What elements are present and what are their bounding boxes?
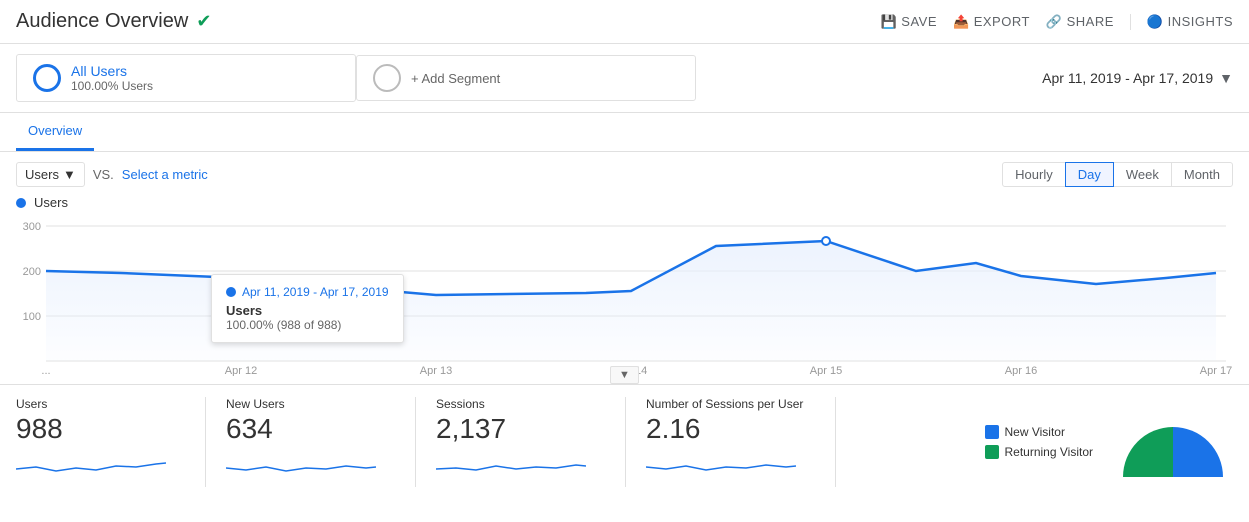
hourly-button[interactable]: Hourly	[1002, 162, 1066, 187]
svg-text:300: 300	[23, 221, 41, 233]
users-legend-label: Users	[34, 195, 68, 210]
tab-bar: Overview	[0, 113, 1249, 152]
metric-label: Users	[25, 167, 59, 182]
chart-toggle-button[interactable]: ▼	[610, 366, 639, 384]
time-buttons: Hourly Day Week Month	[1002, 162, 1233, 187]
metric-dropdown[interactable]: Users ▼	[16, 162, 85, 187]
add-segment-circle	[373, 64, 401, 92]
header-actions: 💾 SAVE 📤 EXPORT 🔗 SHARE 🔵 INSIGHTS	[881, 14, 1233, 30]
pie-chart	[1113, 397, 1233, 487]
pie-section: New Visitor Returning Visitor	[985, 397, 1234, 487]
stat-new-users-label: New Users	[226, 397, 395, 411]
returning-visitor-color	[985, 445, 999, 459]
pie-legend-new-visitor: New Visitor	[985, 425, 1094, 439]
stat-sessions-per-user-label: Number of Sessions per User	[646, 397, 815, 411]
svg-text:200: 200	[23, 266, 41, 278]
tooltip-dot	[226, 287, 236, 297]
add-segment-label: + Add Segment	[411, 71, 500, 86]
chart-area: Users ▼ VS. Select a metric Hourly Day W…	[0, 152, 1249, 384]
insights-icon: 🔵	[1147, 14, 1164, 30]
save-button[interactable]: 💾 SAVE	[881, 14, 937, 30]
stat-sessions-per-user-value: 2.16	[646, 413, 815, 445]
header: Audience Overview ✔ 💾 SAVE 📤 EXPORT 🔗 SH…	[0, 0, 1249, 44]
all-users-segment[interactable]: All Users 100.00% Users	[16, 54, 356, 102]
main-chart-svg: 300 200 100 ... Apr 12 Apr 13 Apr 14 Apr…	[16, 216, 1233, 376]
chart-tooltip: Apr 11, 2019 - Apr 17, 2019 Users 100.00…	[211, 274, 404, 343]
export-label: EXPORT	[974, 14, 1030, 29]
segment-info: All Users 100.00% Users	[71, 63, 153, 93]
stat-sessions-sparkline	[436, 449, 605, 480]
share-button[interactable]: 🔗 SHARE	[1046, 14, 1114, 30]
page-title: Audience Overview	[16, 10, 188, 33]
segment-name: All Users	[71, 63, 153, 79]
segments-bar: All Users 100.00% Users + Add Segment Ap…	[0, 44, 1249, 113]
insights-button[interactable]: 🔵 INSIGHTS	[1130, 14, 1233, 30]
week-button[interactable]: Week	[1113, 162, 1172, 187]
save-icon: 💾	[881, 14, 898, 30]
stat-new-users-sparkline	[226, 449, 395, 480]
date-range-arrow: ▼	[1219, 70, 1233, 86]
sparkline-users-svg	[16, 449, 166, 477]
date-range-label: Apr 11, 2019 - Apr 17, 2019	[1042, 70, 1213, 86]
share-icon: 🔗	[1046, 14, 1063, 30]
returning-visitor-label: Returning Visitor	[1005, 445, 1094, 459]
month-button[interactable]: Month	[1171, 162, 1233, 187]
chart-toggle[interactable]: ▼	[16, 366, 1233, 384]
insights-label: INSIGHTS	[1168, 14, 1233, 29]
stat-sessions-value: 2,137	[436, 413, 605, 445]
share-label: SHARE	[1067, 14, 1114, 29]
stat-users-label: Users	[16, 397, 185, 411]
day-button[interactable]: Day	[1065, 162, 1114, 187]
metric-dropdown-arrow: ▼	[63, 167, 76, 182]
stat-new-users: New Users 634	[226, 397, 416, 487]
sparkline-spu-svg	[646, 449, 796, 477]
chart-svg-container: 300 200 100 ... Apr 12 Apr 13 Apr 14 Apr…	[16, 216, 1233, 376]
tooltip-date: Apr 11, 2019 - Apr 17, 2019	[226, 285, 389, 299]
pie-legend-returning-visitor: Returning Visitor	[985, 445, 1094, 459]
pie-legend: New Visitor Returning Visitor	[985, 425, 1094, 459]
stat-users-sparkline	[16, 449, 185, 480]
stat-sessions-label: Sessions	[436, 397, 605, 411]
vs-label: VS.	[93, 167, 114, 182]
stats-bar: Users 988 New Users 634 Sessions 2,137 N…	[0, 384, 1249, 487]
tooltip-detail: 100.00% (988 of 988)	[226, 318, 389, 332]
stat-new-users-value: 634	[226, 413, 395, 445]
add-segment-button[interactable]: + Add Segment	[356, 55, 696, 101]
svg-text:100: 100	[23, 311, 41, 323]
tab-overview[interactable]: Overview	[16, 113, 94, 151]
sparkline-sessions-svg	[436, 449, 586, 477]
export-button[interactable]: 📤 EXPORT	[953, 14, 1030, 30]
stat-users-value: 988	[16, 413, 185, 445]
export-icon: 📤	[953, 14, 970, 30]
users-legend-dot	[16, 198, 26, 208]
segment-circle	[33, 64, 61, 92]
date-range-picker[interactable]: Apr 11, 2019 - Apr 17, 2019 ▼	[1042, 70, 1233, 86]
stat-sessions-per-user: Number of Sessions per User 2.16	[646, 397, 836, 487]
chart-legend: Users	[16, 195, 1233, 210]
tooltip-metric: Users	[226, 303, 389, 318]
sparkline-new-users-svg	[226, 449, 376, 477]
stat-users: Users 988	[16, 397, 206, 487]
stat-sessions: Sessions 2,137	[436, 397, 626, 487]
chart-wrapper: Apr 11, 2019 - Apr 17, 2019 Users 100.00…	[16, 216, 1233, 384]
metric-selector: Users ▼ VS. Select a metric	[16, 162, 208, 187]
segment-pct: 100.00% Users	[71, 79, 153, 93]
new-visitor-color	[985, 425, 999, 439]
select-metric-link[interactable]: Select a metric	[122, 167, 208, 182]
header-left: Audience Overview ✔	[16, 10, 211, 33]
verified-icon: ✔	[196, 11, 211, 32]
stat-sessions-per-user-sparkline	[646, 449, 815, 480]
new-visitor-label: New Visitor	[1005, 425, 1065, 439]
pie-chart-svg	[1113, 397, 1233, 487]
chart-controls: Users ▼ VS. Select a metric Hourly Day W…	[16, 162, 1233, 187]
save-label: SAVE	[901, 14, 937, 29]
